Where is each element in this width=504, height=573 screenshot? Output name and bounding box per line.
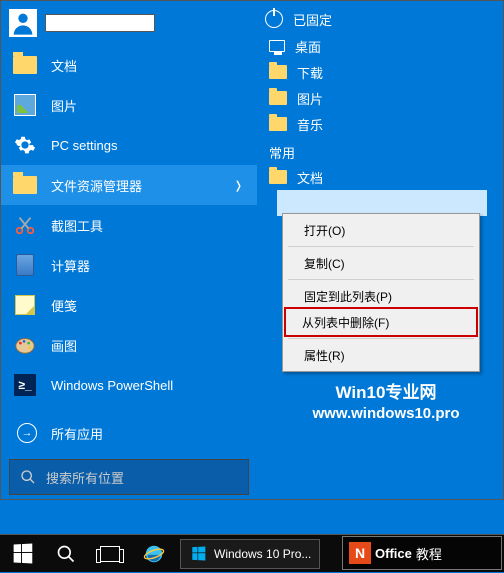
app-label: 图片 [51, 96, 77, 115]
start-button[interactable] [0, 535, 44, 573]
calculator-icon [13, 253, 37, 277]
task-view-icon [100, 546, 120, 562]
search-input[interactable]: 搜索所有位置 [9, 459, 249, 495]
powershell-icon: ≥_ [13, 373, 37, 397]
search-icon [20, 469, 36, 485]
context-remove-from-list[interactable]: 从列表中删除(F) [284, 307, 478, 337]
app-snipping-tool[interactable]: 截图工具 [1, 205, 257, 245]
user-name [45, 14, 155, 32]
pinned-label: 图片 [297, 89, 323, 108]
app-label: 便笺 [51, 296, 77, 315]
app-label: 画图 [51, 336, 77, 355]
pinned-music[interactable]: 音乐 [265, 111, 495, 137]
pinned-downloads[interactable]: 下载 [265, 59, 495, 85]
office-text2: 教程 [416, 544, 442, 563]
paint-icon [13, 333, 37, 357]
all-apps-button[interactable]: → 所有应用 [1, 413, 257, 453]
pinned-pictures[interactable]: 图片 [265, 85, 495, 111]
frequent-header: 常用 [257, 137, 503, 164]
app-label: Windows PowerShell [51, 378, 173, 393]
pinned-label: 桌面 [295, 37, 321, 56]
watermark-line2: www.windows10.pro [276, 405, 496, 422]
search-icon [56, 544, 76, 564]
frequent-list: 文档 [257, 164, 503, 216]
pinned-apps-list: 文档 图片 PC settings 文件资源管理器 ❭ [1, 45, 257, 413]
frequent-documents[interactable]: 文档 [265, 164, 495, 190]
folder-icon [269, 65, 287, 79]
separator [288, 246, 474, 247]
app-label: 文件资源管理器 [51, 176, 142, 195]
all-apps-label: 所有应用 [51, 424, 103, 443]
taskbar-task-label: Windows 10 Pro... [214, 547, 311, 561]
pinned-list: 桌面 下载 图片 音乐 [257, 33, 503, 137]
search-placeholder: 搜索所有位置 [46, 468, 124, 487]
internet-explorer-icon [143, 543, 165, 565]
app-powershell[interactable]: ≥_ Windows PowerShell [1, 365, 257, 405]
separator [288, 338, 474, 339]
pinned-desktop[interactable]: 桌面 [265, 33, 495, 59]
context-copy[interactable]: 复制(C) [286, 250, 476, 276]
pinned-label: 音乐 [297, 115, 323, 134]
app-pictures[interactable]: 图片 [1, 85, 257, 125]
pinned-label: 下载 [297, 63, 323, 82]
frequent-label: 文档 [297, 168, 323, 187]
sticky-note-icon [13, 293, 37, 317]
windows-logo-icon [13, 544, 32, 564]
context-menu: 打开(O) 复制(C) 固定到此列表(P) 从列表中删除(F) 属性(R) [282, 213, 480, 372]
context-open[interactable]: 打开(O) [286, 217, 476, 243]
desktop-icon [269, 40, 285, 52]
app-sticky-notes[interactable]: 便笺 [1, 285, 257, 325]
snipping-tool-icon [13, 213, 37, 237]
windows-logo-icon [192, 547, 205, 561]
watermark-line1: Win10专业网 [276, 378, 496, 403]
taskbar-ie-button[interactable] [132, 535, 176, 573]
user-account-row[interactable] [1, 1, 257, 45]
app-label: 文档 [51, 56, 77, 75]
separator [288, 279, 474, 280]
arrow-right-icon: → [17, 423, 37, 443]
context-properties[interactable]: 属性(R) [286, 342, 476, 368]
folder-icon [269, 117, 287, 131]
taskbar-window-item[interactable]: Windows 10 Pro... [180, 539, 320, 569]
context-pin[interactable]: 固定到此列表(P) [286, 283, 476, 309]
app-pc-settings[interactable]: PC settings [1, 125, 257, 165]
chevron-right-icon: ❭ [234, 179, 243, 192]
app-label: 截图工具 [51, 216, 103, 235]
app-label: 计算器 [51, 256, 90, 275]
watermark: Win10专业网 www.windows10.pro [276, 378, 496, 422]
app-calculator[interactable]: 计算器 [1, 245, 257, 285]
folder-icon [269, 91, 287, 105]
app-paint[interactable]: 画图 [1, 325, 257, 365]
documents-folder-icon [13, 53, 37, 77]
office-logo-icon: N [349, 542, 371, 564]
app-label: PC settings [51, 138, 117, 153]
taskbar-search-button[interactable] [44, 535, 88, 573]
pinned-header: 已固定 [293, 10, 332, 29]
pictures-icon [13, 93, 37, 117]
office-watermark-badge: N Office 教程 [342, 536, 502, 570]
power-icon[interactable] [265, 10, 283, 28]
app-documents[interactable]: 文档 [1, 45, 257, 85]
office-text1: Office [375, 546, 412, 561]
settings-gear-icon [13, 133, 37, 157]
power-row: 已固定 [257, 5, 503, 33]
task-view-button[interactable] [88, 535, 132, 573]
folder-icon [269, 170, 287, 184]
user-avatar-icon [9, 9, 37, 37]
file-explorer-icon [13, 173, 37, 197]
app-file-explorer[interactable]: 文件资源管理器 ❭ [1, 165, 257, 205]
